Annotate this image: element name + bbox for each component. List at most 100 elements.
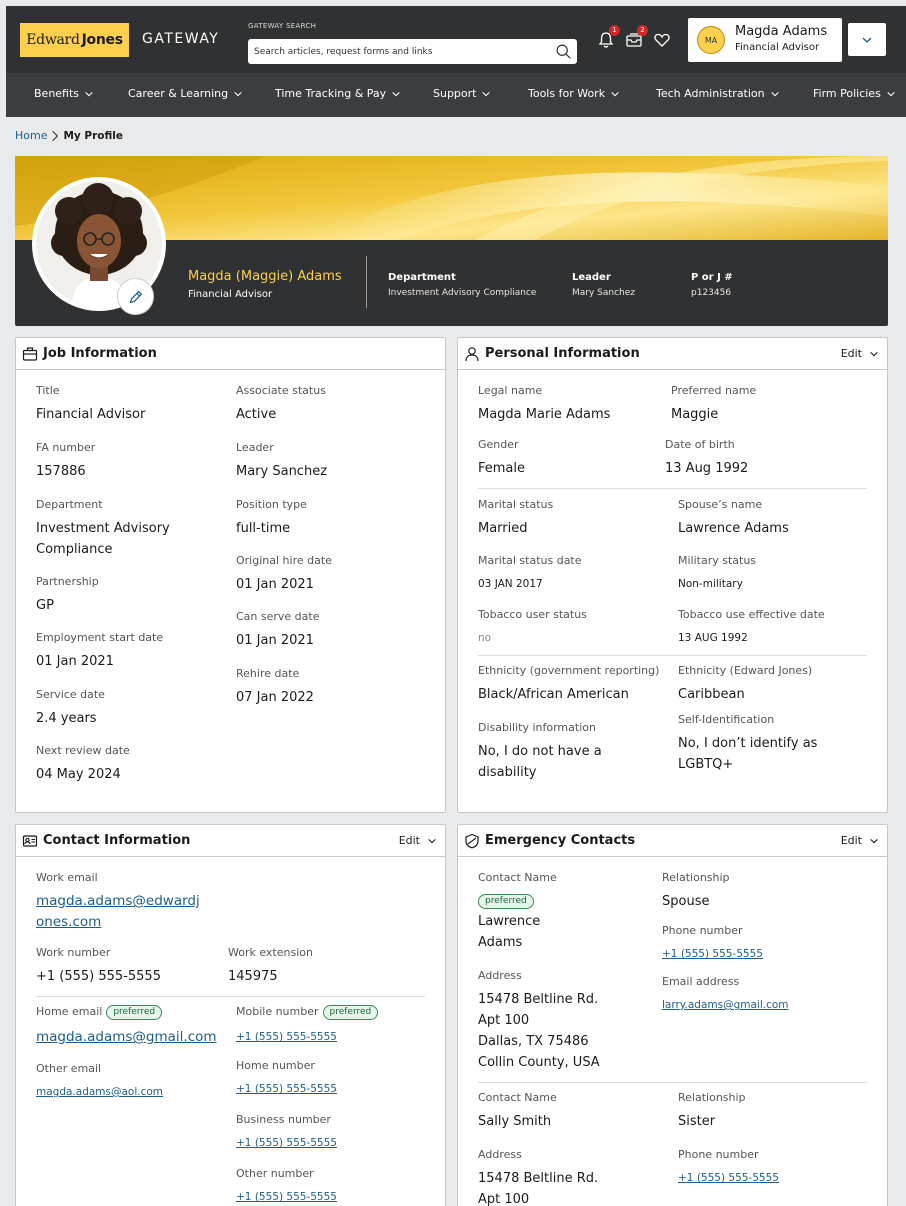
home-email-link[interactable]: magda.adams@gmail.com [36,1027,217,1048]
nav-label: Support [433,87,477,100]
field-label: Disability information [478,721,596,734]
chevron-down-icon [392,91,400,96]
field-fa-number: FA number 157886 [36,441,95,482]
field-contact2-phone: Phone number +1 (555) 555-5555 [678,1148,779,1189]
other-number-link[interactable]: +1 (555) 555-5555 [236,1187,337,1206]
field-value-line: Lawrence [478,914,541,929]
breadcrumb-home-link[interactable]: Home [15,129,47,142]
preferred-badge: preferred [106,1005,163,1020]
chevron-down-icon [887,91,895,96]
home-number-link[interactable]: +1 (555) 555-5555 [236,1079,337,1100]
pencil-icon [129,290,142,303]
contact1-phone-link[interactable]: +1 (555) 555-5555 [662,944,763,965]
field-value-line: Investment Advisory [36,521,170,536]
field-value-line: Adams [478,935,523,950]
profile-department-label: Department [388,272,456,283]
search-box[interactable] [248,39,577,65]
profile-department: Department Investment Advisory Complianc… [388,272,536,298]
field-label: Contact Name [478,1091,557,1104]
profile-id-value: p123456 [691,288,732,298]
field-gender: Gender Female [478,438,525,479]
field-label: Employment start date [36,631,164,644]
field-label: Associate status [236,384,326,397]
business-number-link[interactable]: +1 (555) 555-5555 [236,1133,337,1154]
other-email-link[interactable]: magda.adams@aol.com [36,1082,163,1103]
nav-item-benefits[interactable]: Benefits [34,87,94,100]
divider [478,488,867,489]
field-original-hire: Original hire date 01 Jan 2021 [236,554,332,595]
favorites-button[interactable] [652,30,672,50]
field-value: 15478 Beltline Rd. Apt 100 Dallas, TX 7548… [478,989,600,1073]
field-value: Sally Smith [478,1114,552,1129]
field-value: Caribbean [678,687,745,702]
field-value-line: Apt 100 [478,1192,530,1206]
profile-id: P or J # p123456 [691,272,733,298]
field-label: Self-Identification [678,713,775,726]
field-value: Sister [678,1114,716,1129]
field-rehire-date: Rehire date 07 Jan 2022 [236,667,314,708]
field-label: Relationship [662,871,730,884]
field-value: 01 Jan 2021 [36,654,114,669]
job-information-card: Job Information Title Financial Advisor F… [15,337,446,813]
edit-emergency-button[interactable]: Edit [841,834,879,847]
field-value: 03 JAN 2017 [478,578,543,590]
inbox-button[interactable]: 2 [624,25,648,50]
nav-item-time-tracking-pay[interactable]: Time Tracking & Pay [275,87,401,100]
nav-item-career-learning[interactable]: Career & Learning [128,87,243,100]
chevron-down-icon [770,91,779,96]
edit-contact-button[interactable]: Edit [399,834,437,847]
profile-title: Financial Advisor [188,289,273,300]
field-value: 01 Jan 2021 [236,577,314,592]
field-label: Phone number [678,1148,759,1161]
divider [478,1082,867,1083]
briefcase-icon [22,347,38,361]
contact1-email-link[interactable]: larry.adams@gmail.com [662,995,789,1016]
field-partnership: Partnership GP [36,575,99,616]
field-contact2-name: Contact Name Sally Smith [478,1091,557,1132]
notifications-button[interactable]: 1 [596,25,620,50]
user-menu-toggle[interactable] [848,23,886,56]
field-home-number: Home number +1 (555) 555-5555 [236,1059,337,1100]
nav-item-tech-administration[interactable]: Tech Administration [656,87,780,100]
notification-count-badge: 1 [609,25,620,36]
user-profile-card[interactable]: MA Magda Adams Financial Advisor [688,18,842,62]
nav-item-support[interactable]: Support [433,87,491,100]
field-value: full-time [236,521,291,536]
person-icon [465,347,479,362]
field-label: Ethnicity (government reporting) [478,664,660,677]
field-label: Tobacco user status [478,608,587,621]
field-label: Original hire date [236,554,332,567]
user-name: Magda Adams [735,24,828,39]
edit-label: Edit [840,347,862,360]
search-input[interactable] [248,39,548,65]
breadcrumb-current: My Profile [63,129,124,142]
card-title: Personal Information [485,346,640,361]
mobile-number-link[interactable]: +1 (555) 555-5555 [236,1027,378,1048]
field-marital-status: Marital status Married [478,498,553,539]
field-value-line: 15478 Beltline Rd. [478,992,599,1007]
field-label: Relationship [678,1091,746,1104]
edit-label: Edit [398,834,420,847]
search-icon[interactable] [555,43,572,60]
field-contact1-address: Address 15478 Beltline Rd. Apt 100 Dallas, … [478,969,600,1073]
work-email-link[interactable]: magda.adams@edwardj ones.com [36,891,200,933]
edit-photo-button[interactable] [117,278,154,315]
contact2-phone-link[interactable]: +1 (555) 555-5555 [678,1168,779,1189]
field-label: Title [36,384,60,397]
field-other-email: Other email magda.adams@aol.com [36,1062,163,1103]
edit-personal-button[interactable]: Edit [841,347,879,360]
edward-jones-logo[interactable]: Edward Jones [20,23,129,57]
card-header: Contact Information Edit [16,825,445,857]
search-label: GATEWAY SEARCH [248,22,317,30]
field-work-extension: Work extension 145975 [228,946,313,987]
nav-item-tools-for-work[interactable]: Tools for Work [528,87,620,100]
field-value-line: LGBTQ+ [678,757,734,772]
app-name[interactable]: GATEWAY [142,31,219,47]
field-label: Military status [678,554,757,567]
nav-item-firm-policies[interactable]: Firm Policies [813,87,896,100]
field-value: GP [36,598,54,613]
field-ethnicity-ej: Ethnicity (Edward Jones) Caribbean [678,664,812,705]
nav-label: Firm Policies [813,87,881,100]
avatar: MA [697,26,725,54]
field-date-of-birth: Date of birth 13 Aug 1992 [665,438,748,479]
